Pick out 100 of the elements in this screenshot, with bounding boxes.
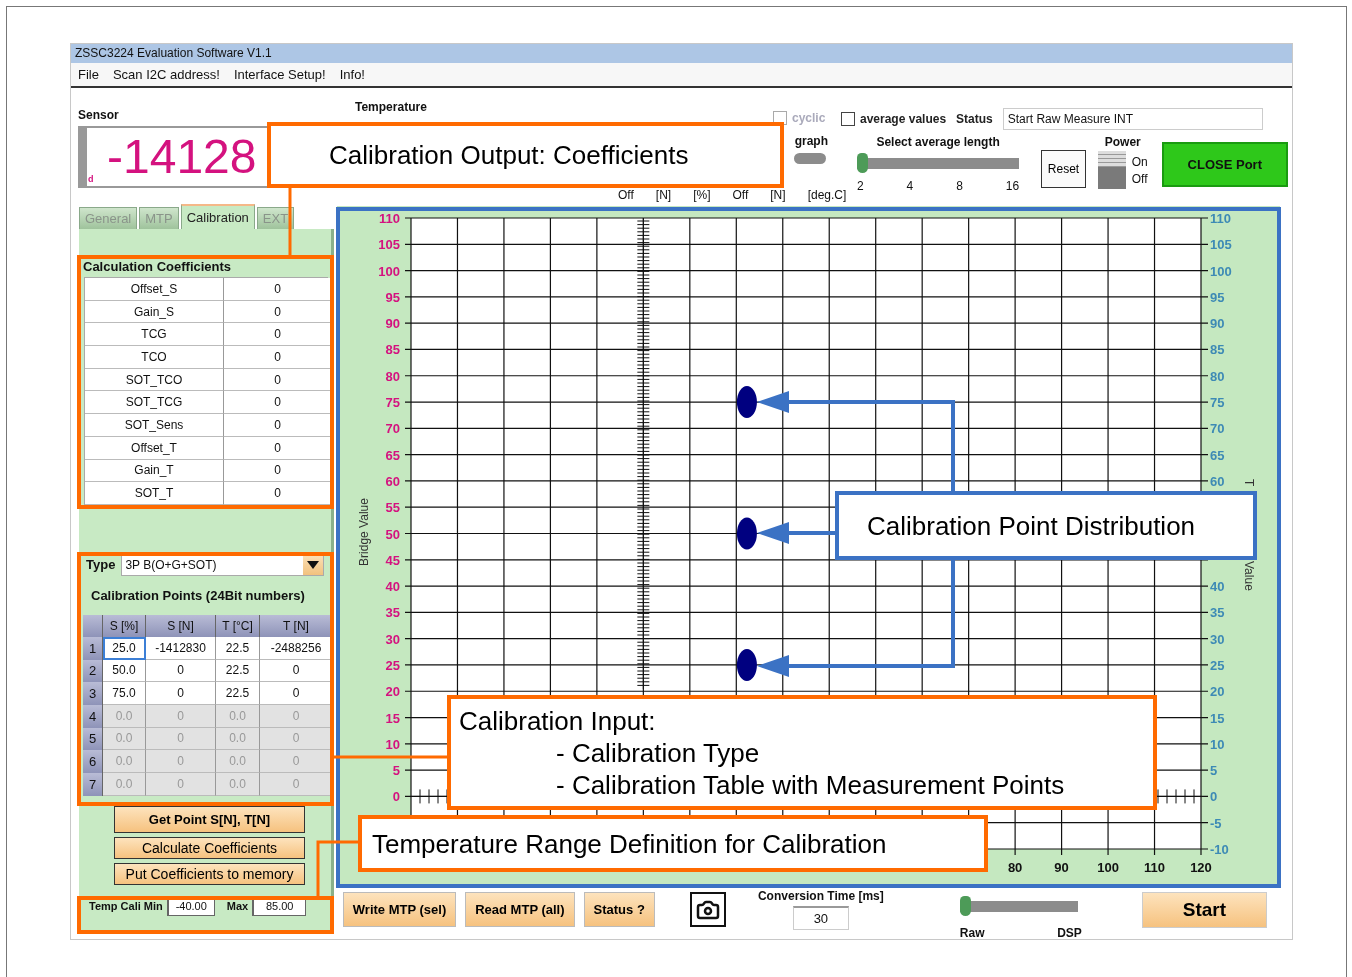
close-port-button[interactable]: CLOSE Port <box>1161 142 1288 187</box>
table-cell: SOT_TCO <box>85 368 224 392</box>
table-cell: 0 <box>224 346 332 369</box>
axis-label: 65 <box>1209 447 1225 463</box>
power-switch[interactable] <box>1097 151 1126 189</box>
axis-label: 20 <box>1209 684 1225 700</box>
table-cell: 0 <box>224 391 332 415</box>
slider-label: Select average length <box>876 135 1000 149</box>
row-number: 3 <box>83 682 103 705</box>
axis-label: 95 <box>385 289 400 305</box>
axis-label: 15 <box>385 710 400 726</box>
scale-label: [N] <box>770 188 786 202</box>
camera-icon[interactable] <box>689 892 726 927</box>
axis-label: 70 <box>1209 421 1225 437</box>
axis-title: T <box>1241 479 1256 487</box>
callout-text: Calibration Output: Coefficients <box>329 139 690 171</box>
slider-thumb[interactable] <box>857 153 869 173</box>
table-cell: TCG <box>85 323 224 347</box>
tick-label: 16 <box>1005 179 1020 193</box>
axis-label: 30 <box>1209 631 1225 647</box>
axis-label: 35 <box>1209 605 1225 621</box>
callout-text: Calibration Point Distribution <box>867 509 1197 542</box>
table-cell: Offset_S <box>85 278 224 301</box>
status-field[interactable]: Start Raw Measure INT <box>1002 108 1263 130</box>
axis-label: 75 <box>385 395 400 411</box>
column-header: S [N] <box>146 614 216 637</box>
conversion-time-field[interactable]: 30 <box>792 906 849 930</box>
axis-label: 80 <box>1209 368 1225 384</box>
scale-label: [%] <box>693 188 711 202</box>
table-cell[interactable]: -1412830 <box>146 636 216 660</box>
reset-button[interactable]: Reset <box>1041 150 1086 188</box>
axis-label: 85 <box>385 342 400 358</box>
checkbox[interactable] <box>841 112 855 126</box>
axis-label: 65 <box>385 447 400 463</box>
menu-item[interactable]: File <box>78 67 99 82</box>
table-cell[interactable]: 0 <box>260 682 333 705</box>
tick-label: 4 <box>906 179 914 193</box>
scale-label: [deg.C] <box>807 188 847 202</box>
table-cell[interactable]: 0 <box>146 659 216 683</box>
tab[interactable]: Calibration <box>180 204 255 229</box>
table-cell[interactable]: 0 <box>146 682 216 705</box>
table-cell: 0 <box>224 323 332 347</box>
caret-icon <box>303 554 324 575</box>
table-cell[interactable]: 22.5 <box>216 682 260 705</box>
window-title: ZSSC3224 Evaluation Software V1.1 <box>71 44 1292 63</box>
table-cell[interactable]: 22.5 <box>216 636 260 660</box>
table-cell[interactable]: 22.5 <box>216 659 260 683</box>
table-cell: SOT_TCG <box>85 391 224 415</box>
column-header: S [%] <box>103 614 146 637</box>
axis-label: 50 <box>385 526 400 542</box>
axis-label: 70 <box>385 421 400 437</box>
axis-label: 10 <box>385 736 400 752</box>
row-number: 5 <box>83 727 103 751</box>
axis-label: 40 <box>1209 579 1225 595</box>
type-label: Type <box>86 557 116 573</box>
switch-label: Off <box>1131 171 1148 186</box>
toolbar-button[interactable]: Read MTP (all) <box>465 892 575 927</box>
slider-thumb[interactable] <box>959 896 971 916</box>
axis-label: 110 <box>1143 860 1165 875</box>
slider-label: graph <box>794 134 828 148</box>
field-label: Temp Cali Min <box>89 899 163 912</box>
checkbox-label: average values <box>860 112 947 126</box>
axis-label: 120 <box>1189 860 1212 875</box>
axis-title: Bridge Value <box>356 498 371 566</box>
table-cell[interactable]: 25.0 <box>103 636 146 660</box>
row-number: 7 <box>83 773 103 796</box>
field-label: Conversion Time [ms] <box>757 889 884 903</box>
axis-label: -5 <box>1209 815 1222 831</box>
action-button[interactable]: Put Coefficients to memory <box>114 862 305 885</box>
toolbar-button[interactable]: Status ? <box>583 892 655 927</box>
menu-item[interactable]: Info! <box>339 67 365 82</box>
callout-text: Temperature Range Definition for Calibration <box>372 827 888 860</box>
action-button[interactable]: Calculate Coefficients <box>114 836 305 859</box>
axis-label: 90 <box>1054 860 1069 875</box>
axis-label: 25 <box>385 657 400 673</box>
axis-label: 35 <box>385 605 400 621</box>
toolbar-button[interactable]: Write MTP (sel) <box>342 892 457 927</box>
axis-label: 15 <box>1209 710 1225 726</box>
axis-label: 10 <box>1209 736 1225 752</box>
start-button[interactable]: Start <box>1141 892 1267 928</box>
table-cell: SOT_Sens <box>85 414 224 437</box>
action-button[interactable]: Get Point S[N], T[N] <box>114 805 305 833</box>
axis-label: 95 <box>1209 289 1225 305</box>
axis-label: 30 <box>385 631 400 647</box>
slider-track[interactable] <box>794 153 826 164</box>
sensor-label: Sensor <box>78 108 120 122</box>
axis-label: 110 <box>1209 211 1231 226</box>
row-number: 6 <box>83 750 103 773</box>
menu-item[interactable]: Interface Setup! <box>233 67 326 82</box>
table-cell: SOT_T <box>85 482 224 505</box>
section-title: Calibration Points (24Bit numbers) <box>90 587 306 606</box>
axis-label: 75 <box>1209 395 1225 411</box>
table-cell[interactable]: 50.0 <box>103 659 146 683</box>
menu-item[interactable]: Scan I2C address! <box>112 67 220 82</box>
header-corner <box>83 614 103 637</box>
table-cell: Gain_T <box>85 459 224 483</box>
tick-label: DSP <box>1057 926 1082 940</box>
axis-label: 80 <box>385 368 400 384</box>
table-cell[interactable]: 75.0 <box>103 682 146 705</box>
axis-label: 80 <box>1007 860 1023 875</box>
